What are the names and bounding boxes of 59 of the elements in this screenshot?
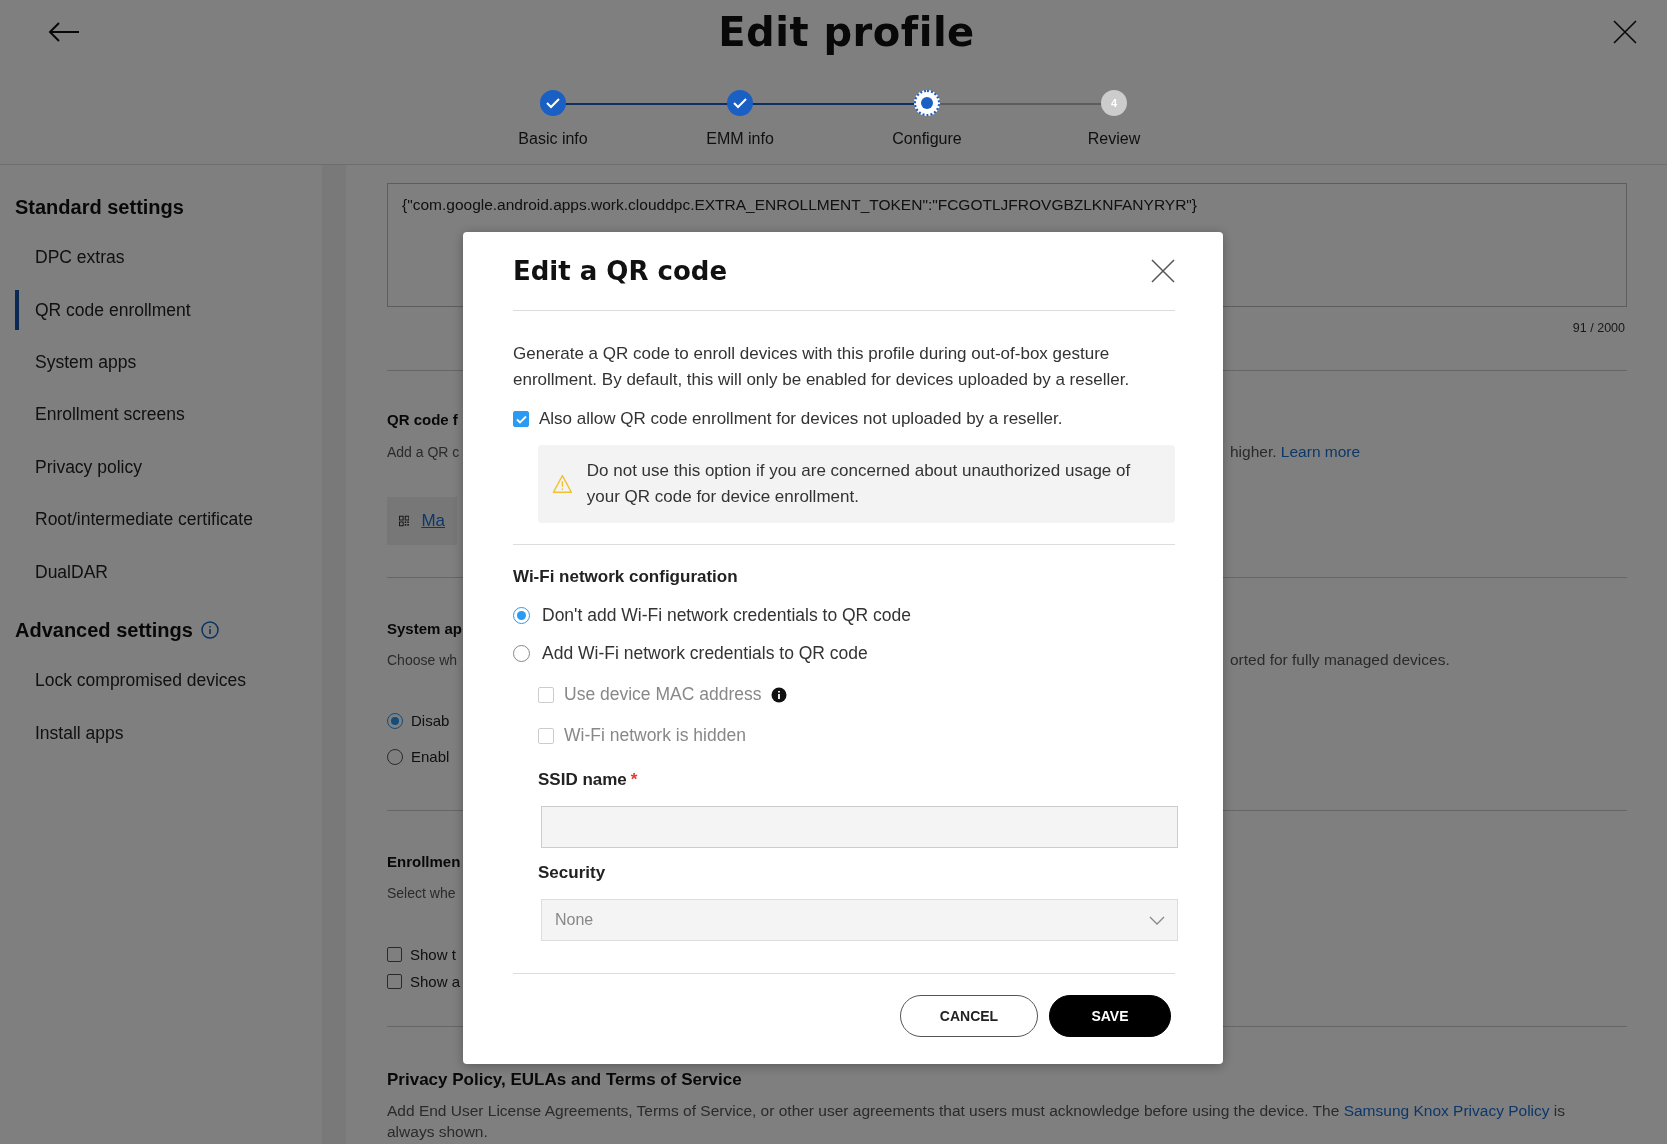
section-heading: Advanced settings [15, 618, 193, 642]
dialog-description: Generate a QR code to enroll devices with this profile during out-of-box gesture enrollment. By default, this will only be enabled for devices uploaded by a reseller. [513, 343, 1131, 391]
input-field[interactable] [541, 806, 1178, 848]
section-heading: System ap [387, 620, 463, 637]
section-heading: Wi-Fi network configuration [513, 567, 739, 587]
check-icon [733, 97, 747, 109]
radio-label: Add Wi-Fi network credentials to QR code [542, 643, 868, 664]
nav-item[interactable]: QR code enrollment [15, 289, 322, 330]
nav-item[interactable]: DPC extras [15, 231, 322, 284]
checkbox[interactable] [513, 411, 529, 427]
option-label: Disab [411, 712, 450, 729]
step-label: Basic info [518, 130, 588, 148]
nav-item[interactable]: System apps [15, 335, 322, 388]
nav-item[interactable]: Enrollment screens [15, 388, 322, 441]
section-description: Add End User License Agreements, Terms of Service, or other user agreements that users must acknowledge before using the device. The Samsung Knox Privacy Policy is always shown. [387, 1101, 1567, 1142]
page-title: Edit profile [718, 9, 975, 55]
option-label: Show t [410, 946, 456, 963]
dialog-title: Edit a QR code [513, 256, 728, 286]
nav-item[interactable]: Privacy policy [15, 440, 322, 493]
cancel-button[interactable]: CANCEL [900, 995, 1038, 1037]
step-label: EMM info [706, 130, 774, 148]
save-button[interactable]: SAVE [1049, 995, 1171, 1037]
required-mark: * [630, 770, 638, 789]
nav-item[interactable]: DualDAR [15, 545, 322, 598]
chevron-down-icon [1149, 915, 1165, 925]
step-label: Review [1087, 130, 1141, 148]
checkbox[interactable] [387, 974, 402, 989]
section-description: higher. Learn more [1230, 443, 1362, 461]
option-label: Enabl [411, 748, 450, 765]
radio-label: Don't add Wi-Fi network credentials to QR code [542, 605, 912, 626]
nav-item[interactable]: Install apps [15, 706, 322, 759]
section-heading: Enrollmen [387, 853, 461, 870]
section-heading: Standard settings [15, 195, 184, 219]
qr-code-link[interactable]: Ma [421, 511, 445, 531]
section-description: Add a QR c [387, 444, 461, 460]
nav-item[interactable]: Lock compromised devices [15, 654, 322, 707]
learn-more-link[interactable]: Learn more [1280, 443, 1361, 460]
field-label: SSID name [538, 770, 627, 789]
section-heading: QR code f [387, 411, 458, 428]
checkbox-label: Wi-Fi network is hidden [564, 725, 746, 746]
qr-code-link-box[interactable]: Ma [387, 497, 457, 545]
nav-item[interactable]: Root/intermediate certificate [15, 493, 322, 546]
section-description: Select whe [387, 885, 457, 901]
back-arrow-icon[interactable] [48, 21, 80, 43]
field-label: Security [538, 863, 607, 883]
checkbox-label: Also allow QR code enrollment for devices not uploaded by a reseller. [539, 409, 1063, 429]
character-counter: 91 / 2000 [1571, 321, 1626, 335]
close-icon[interactable] [1613, 20, 1637, 44]
warning-text: Do not use this option if you are concerned about unauthorized usage of your QR code for device enrollment. [586, 460, 1132, 508]
section-description: Choose wh [387, 652, 459, 668]
section-description: orted for fully managed devices. [1230, 651, 1451, 669]
step-label: Configure [892, 130, 962, 148]
close-icon[interactable] [1151, 259, 1175, 283]
privacy-policy-link[interactable]: Samsung Knox Privacy Policy [1343, 1102, 1550, 1119]
checkbox[interactable] [387, 947, 402, 962]
option-label: Show a [410, 973, 461, 990]
checkbox-label: Use device MAC address [564, 684, 762, 705]
check-icon [546, 97, 560, 109]
section-heading: Privacy Policy, EULAs and Terms of Service [387, 1070, 742, 1090]
